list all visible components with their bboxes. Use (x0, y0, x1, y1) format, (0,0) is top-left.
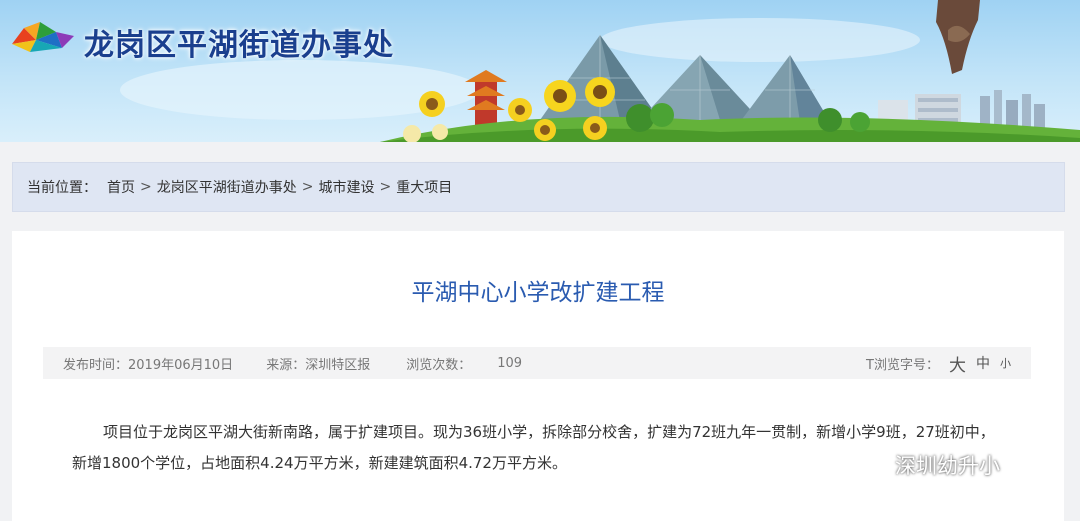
breadcrumb-separator: > (301, 179, 314, 195)
district-logo (12, 22, 74, 52)
source-value: 深圳特区报 (305, 357, 371, 373)
breadcrumb: 当前位置： 首页 > 龙岗区平湖街道办事处 > 城市建设 > 重大项目 (12, 162, 1065, 212)
wechat-watermark: 深圳幼升小 (855, 447, 1000, 483)
site-title: 龙岗区平湖街道办事处 (84, 28, 394, 63)
header-banner: 龙岗区平湖街道办事处 (0, 0, 1080, 142)
font-size-switcher: T浏览字号： 大 中 小 (866, 347, 1011, 379)
breadcrumb-separator: > (140, 179, 152, 195)
breadcrumb-office-link[interactable]: 龙岗区平湖街道办事处 (157, 177, 297, 197)
breadcrumb-major-projects-link[interactable]: 重大项目 (396, 177, 452, 197)
view-count-label: 浏览次数： (406, 357, 472, 373)
publish-date-label: 发布时间： (63, 357, 129, 373)
watermark-text: 深圳幼升小 (895, 454, 1000, 478)
font-size-label: T浏览字号： (866, 357, 939, 373)
font-size-large-button[interactable]: 大 (949, 351, 966, 376)
article-title: 平湖中心小学改扩建工程 (411, 280, 665, 306)
source-label: 来源： (266, 357, 306, 373)
breadcrumb-separator: > (379, 179, 392, 195)
font-size-small-button[interactable]: 小 (1000, 355, 1011, 371)
breadcrumb-label: 当前位置： (27, 180, 97, 196)
font-size-medium-button[interactable]: 中 (976, 353, 990, 373)
breadcrumb-urban-construction-link[interactable]: 城市建设 (318, 177, 374, 197)
publish-date: 2019年06月10日 (128, 357, 234, 373)
breadcrumb-home-link[interactable]: 首页 (107, 177, 135, 197)
article-meta-bar: 发布时间： 2019年06月10日 来源： 深圳特区报 浏览次数： 109 T浏… (43, 347, 1031, 379)
wechat-icon (856, 452, 887, 478)
view-count: 109 (497, 355, 523, 371)
